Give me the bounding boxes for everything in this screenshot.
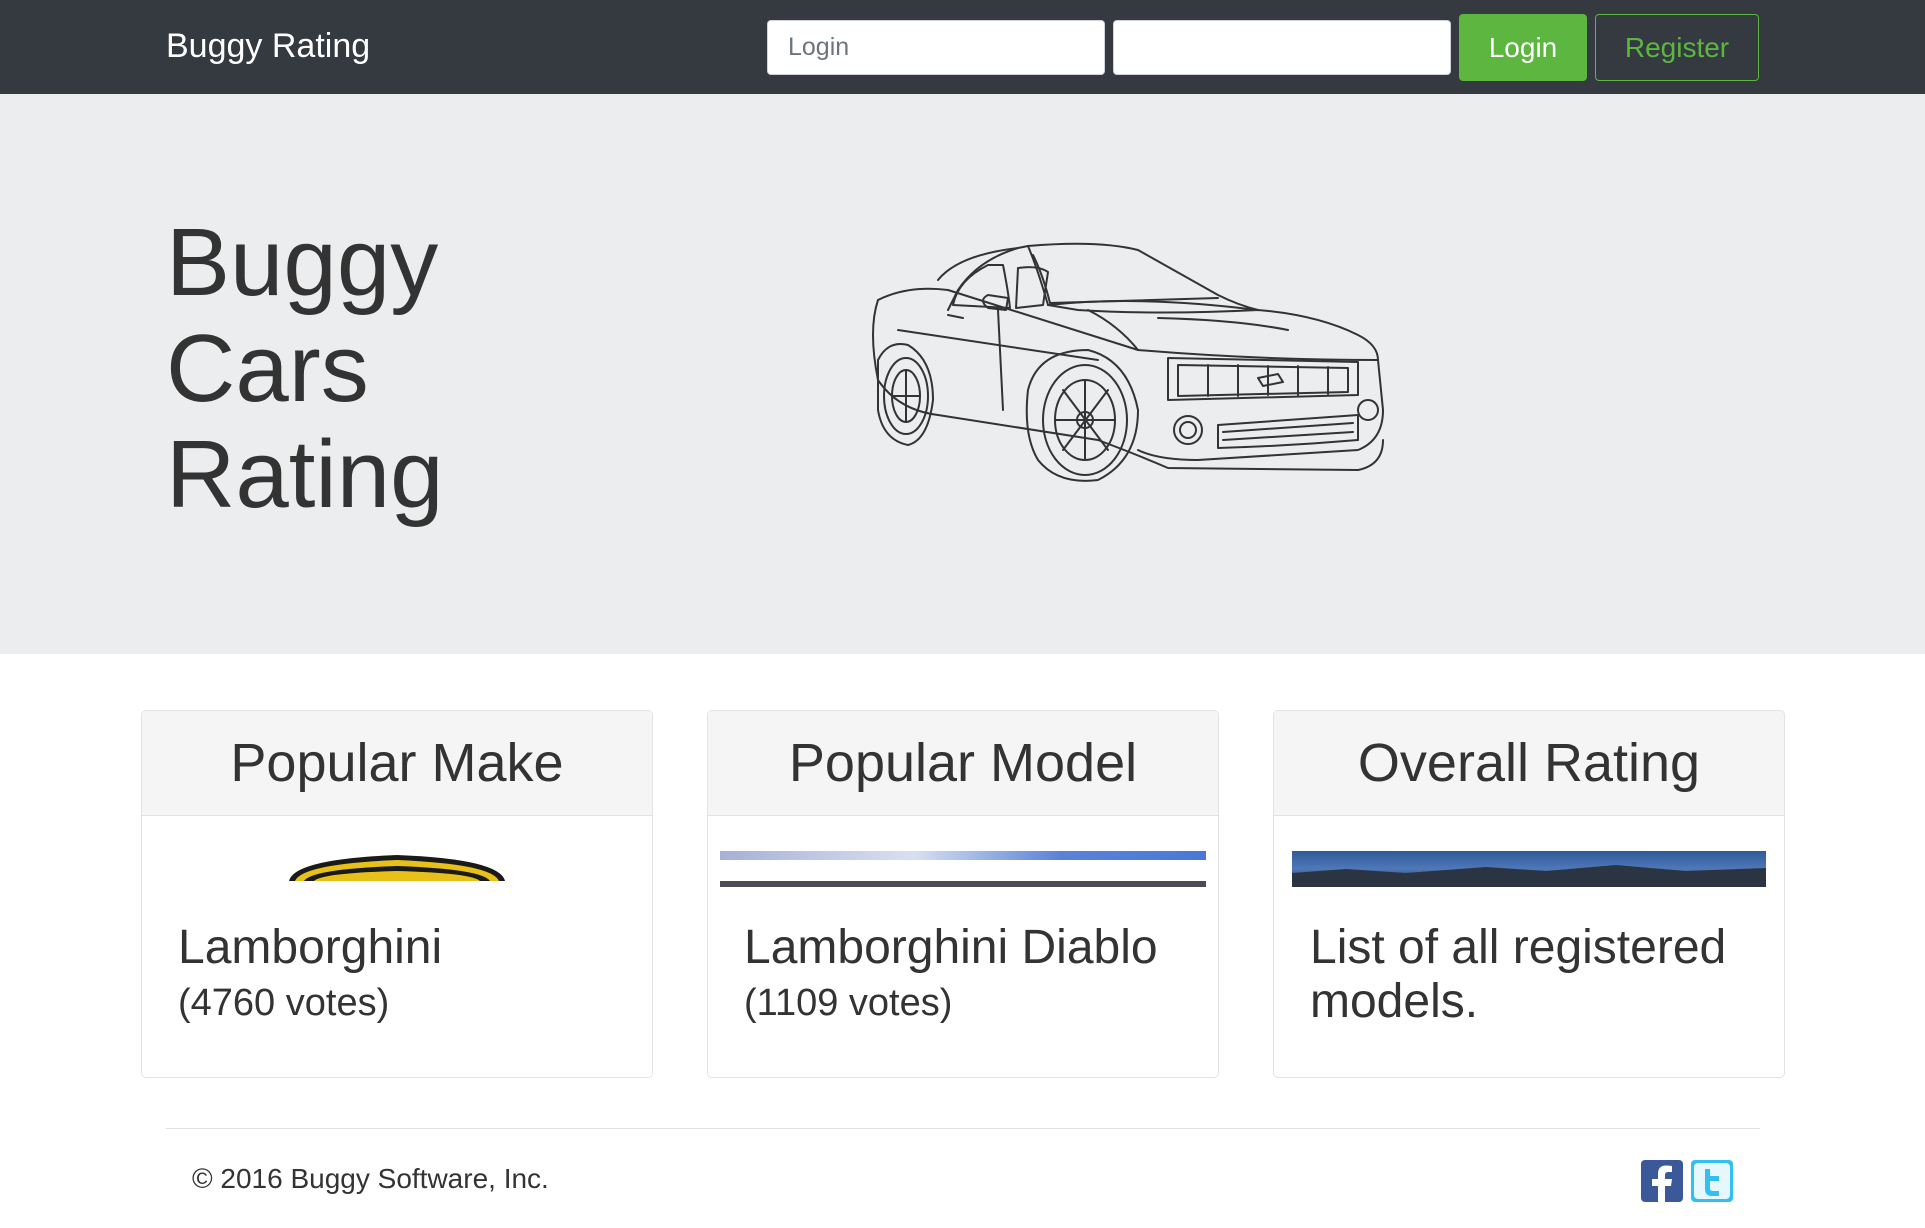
register-button[interactable]: Register	[1595, 14, 1759, 81]
model-votes: (1109 votes)	[744, 982, 953, 1024]
car-sketch-image	[872, 242, 1384, 482]
card-header: Popular Make	[142, 711, 652, 816]
diablo-photo-image[interactable]	[720, 851, 1206, 893]
card-body: Lamborghini (4760 votes)	[178, 921, 638, 1031]
overall-rating-card[interactable]: Overall Rating List of all registered mo…	[1273, 710, 1785, 1078]
model-name: Lamborghini Diablo	[744, 921, 1158, 974]
card-header: Overall Rating	[1274, 711, 1784, 816]
login-input[interactable]	[767, 20, 1105, 75]
password-input[interactable]	[1113, 20, 1451, 75]
landscape-photo-image[interactable]	[1286, 851, 1772, 893]
card-body: Lamborghini Diablo (1109 votes)	[744, 921, 1204, 1031]
make-votes: (4760 votes)	[178, 982, 390, 1024]
card-body: List of all registered models.	[1310, 921, 1770, 1029]
copyright-text: © 2016 Buggy Software, Inc.	[192, 1163, 549, 1194]
navbar: Buggy Rating Login Register	[0, 0, 1925, 94]
card-header: Popular Model	[708, 711, 1218, 816]
hero-section: Buggy Cars Rating	[0, 94, 1925, 654]
footer-divider	[166, 1128, 1760, 1129]
make-name: Lamborghini	[178, 921, 443, 974]
overall-text: List of all registered models.	[1310, 921, 1727, 1028]
brand-link[interactable]: Buggy Rating	[166, 26, 370, 66]
twitter-icon[interactable]	[1691, 1160, 1733, 1202]
login-button[interactable]: Login	[1459, 14, 1587, 81]
hero-title: Buggy Cars Rating	[166, 209, 444, 528]
popular-make-card[interactable]: Popular Make Lamborghini (4760 votes)	[141, 710, 653, 1078]
lamborghini-logo-image[interactable]	[154, 851, 640, 893]
popular-model-card[interactable]: Popular Model Lamborghini Diablo (1109 v…	[707, 710, 1219, 1078]
facebook-icon[interactable]	[1641, 1160, 1683, 1202]
